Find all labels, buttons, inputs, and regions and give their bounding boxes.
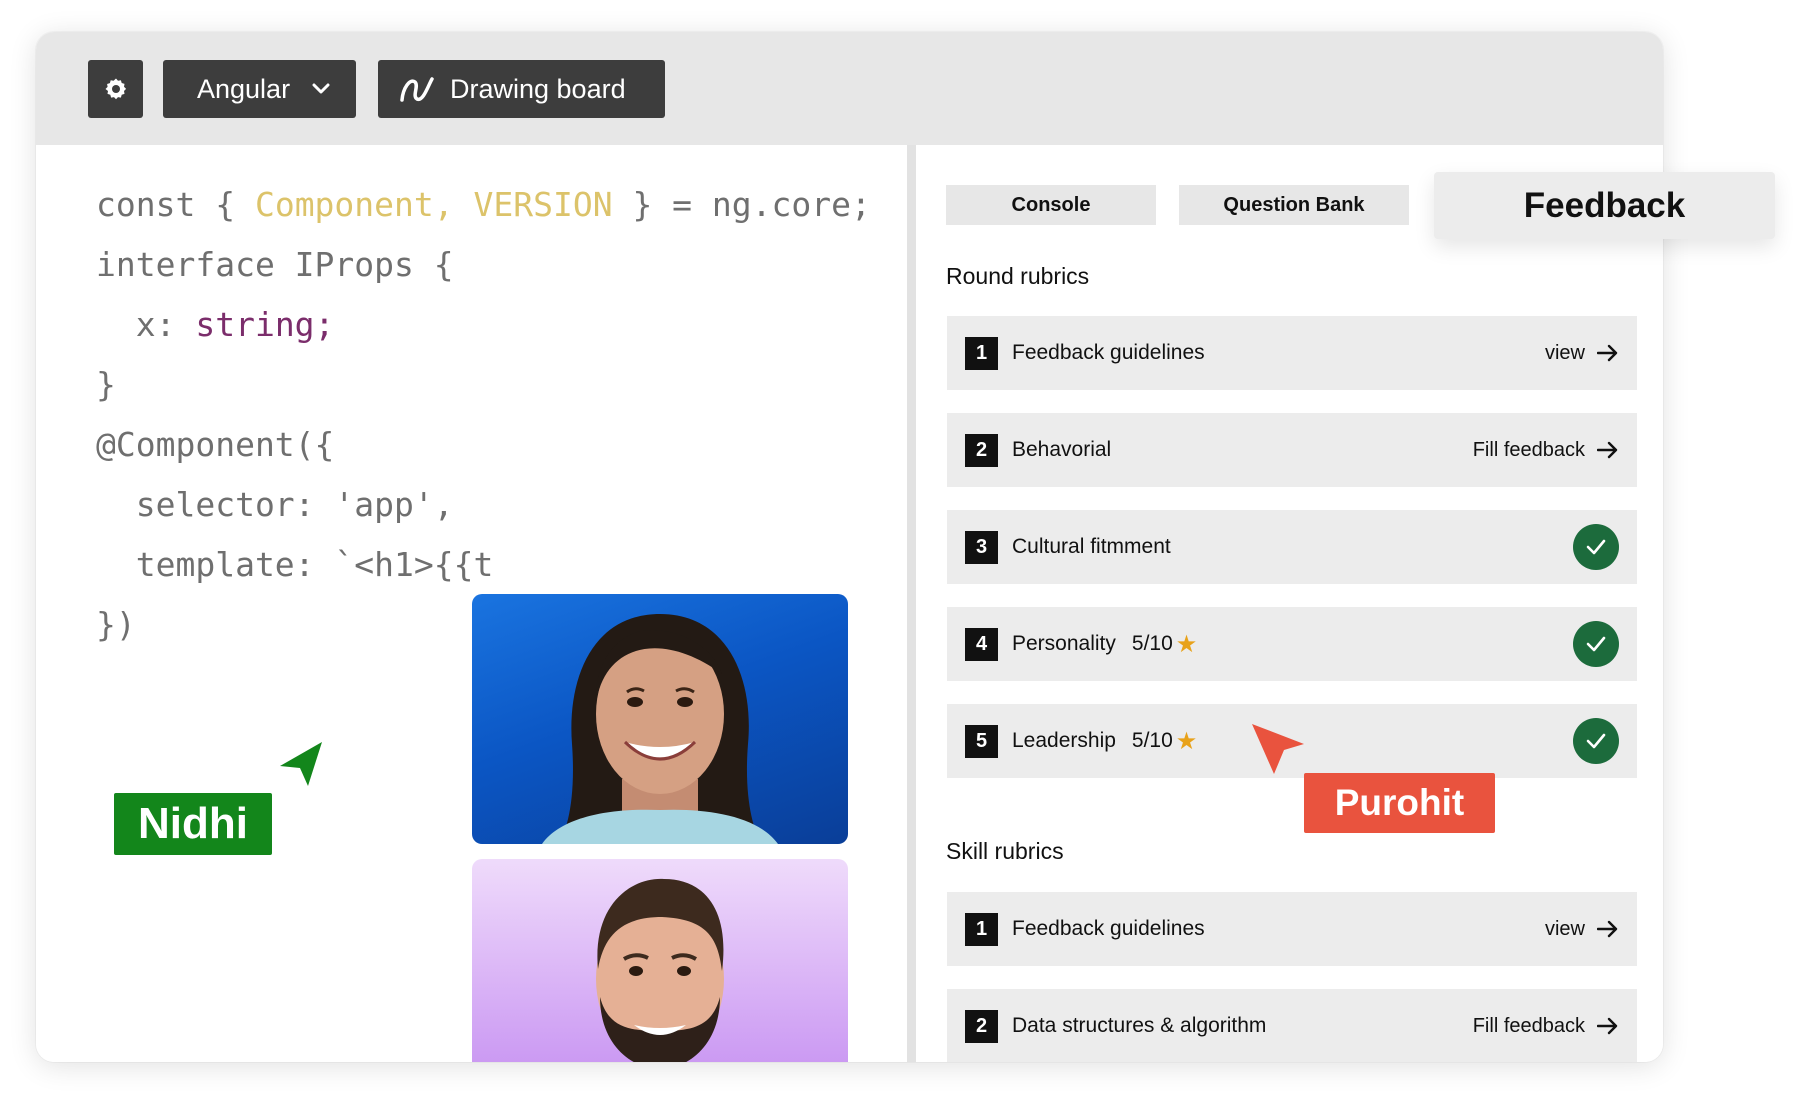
round-rubric-item[interactable]: 2 Behavorial Fill feedback [947,413,1637,487]
side-panel: Console Question Bank Round rubrics 1 Fe… [916,145,1663,1062]
interview-window: Angular Drawing board const { Component,… [36,32,1663,1062]
gear-icon [105,78,126,100]
rubric-label: Feedback guidelines [1012,341,1205,364]
fill-feedback-link[interactable]: Fill feedback [1473,1015,1619,1038]
round-rubric-item[interactable]: 4 Personality 5/10 ★ [947,607,1637,681]
rubric-number: 2 [965,433,998,467]
drawing-board-label: Drawing board [450,73,626,104]
rubric-action-label: view [1544,917,1585,940]
code-token: x: [96,305,196,344]
rubric-label: Behavorial [1012,438,1112,461]
video-tile-1[interactable] [472,594,848,844]
rubric-label: Leadership [1012,729,1116,752]
rubric-label: Feedback guidelines [1012,917,1205,940]
toolbar: Angular Drawing board [36,32,1663,145]
check-icon [1573,621,1619,667]
round-rubric-item[interactable]: 1 Feedback guidelines view [947,316,1637,390]
skill-rubric-item[interactable]: 2 Data structures & algorithm Fill feedb… [947,989,1637,1062]
rubric-number: 1 [965,912,998,946]
chevron-down-icon [312,83,330,94]
rubric-label: Cultural fitmment [1012,535,1171,558]
star-icon: ★ [1175,630,1198,658]
rubric-number: 4 [965,627,998,661]
video-tile-2[interactable] [472,859,848,1062]
code-token: Component, VERSION [254,185,613,224]
arrow-right-icon [1597,344,1618,362]
participant-name-tag-remote: Purohit [1304,773,1495,833]
code-token: } = ng.core; [612,185,871,224]
view-link[interactable]: view [1545,918,1619,941]
code-block: const { Component, VERSION } = ng.core; … [96,175,871,655]
framework-dropdown[interactable]: Angular [163,60,356,118]
code-line: } [96,365,116,404]
rubric-label: Personality [1012,632,1116,655]
rubric-number: 3 [965,530,998,564]
rubric-number: 2 [965,1009,998,1043]
tab-question-bank[interactable]: Question Bank [1179,185,1409,225]
arrow-right-icon [1597,920,1618,938]
code-token: string; [195,305,335,344]
check-icon [1573,524,1619,570]
skill-rubric-item[interactable]: 1 Feedback guidelines view [947,892,1637,966]
star-icon: ★ [1175,727,1198,755]
code-line: @Component({ [96,425,335,464]
rubric-action-label: Fill feedback [1472,438,1585,461]
squiggle-icon [400,77,434,102]
rubric-score: 5/10 [1131,632,1173,655]
code-line: interface IProps { [96,245,454,284]
skill-rubrics-title: Skill rubrics [946,838,1064,864]
code-token: const { [96,185,255,224]
person-avatar [596,878,724,1062]
participant-name-tag-local: Nidhi [114,793,272,855]
pane-divider[interactable] [907,145,916,1062]
green-cursor-icon [280,742,322,786]
person-avatar [542,614,778,844]
round-rubric-item[interactable]: 3 Cultural fitmment [947,510,1637,584]
code-line: template: `<h1>{{t [96,545,494,584]
drawing-board-button[interactable]: Drawing board [378,60,665,118]
view-link[interactable]: view [1545,342,1619,365]
fill-feedback-link[interactable]: Fill feedback [1473,439,1619,462]
tab-feedback[interactable]: Feedback [1434,172,1775,239]
code-line: x: string; [96,295,871,355]
code-line: selector: 'app', [96,485,454,524]
code-line: const { Component, VERSION } = ng.core; [96,175,871,235]
round-rubrics-title: Round rubrics [946,263,1090,289]
rubric-score: 5/10 [1131,729,1173,752]
arrow-right-icon [1597,1017,1618,1035]
settings-button[interactable] [88,60,143,118]
rubric-action-label: view [1544,341,1585,364]
arrow-right-icon [1597,441,1618,459]
check-icon [1573,718,1619,764]
rubric-number: 5 [965,724,998,758]
red-cursor-icon [1252,724,1304,774]
tab-console[interactable]: Console [946,185,1156,225]
code-editor[interactable]: const { Component, VERSION } = ng.core; … [36,145,907,1062]
rubric-number: 1 [965,336,998,370]
rubric-action-label: Fill feedback [1472,1014,1585,1037]
framework-label: Angular [197,73,291,104]
rubric-label: Data structures & algorithm [1012,1014,1267,1037]
